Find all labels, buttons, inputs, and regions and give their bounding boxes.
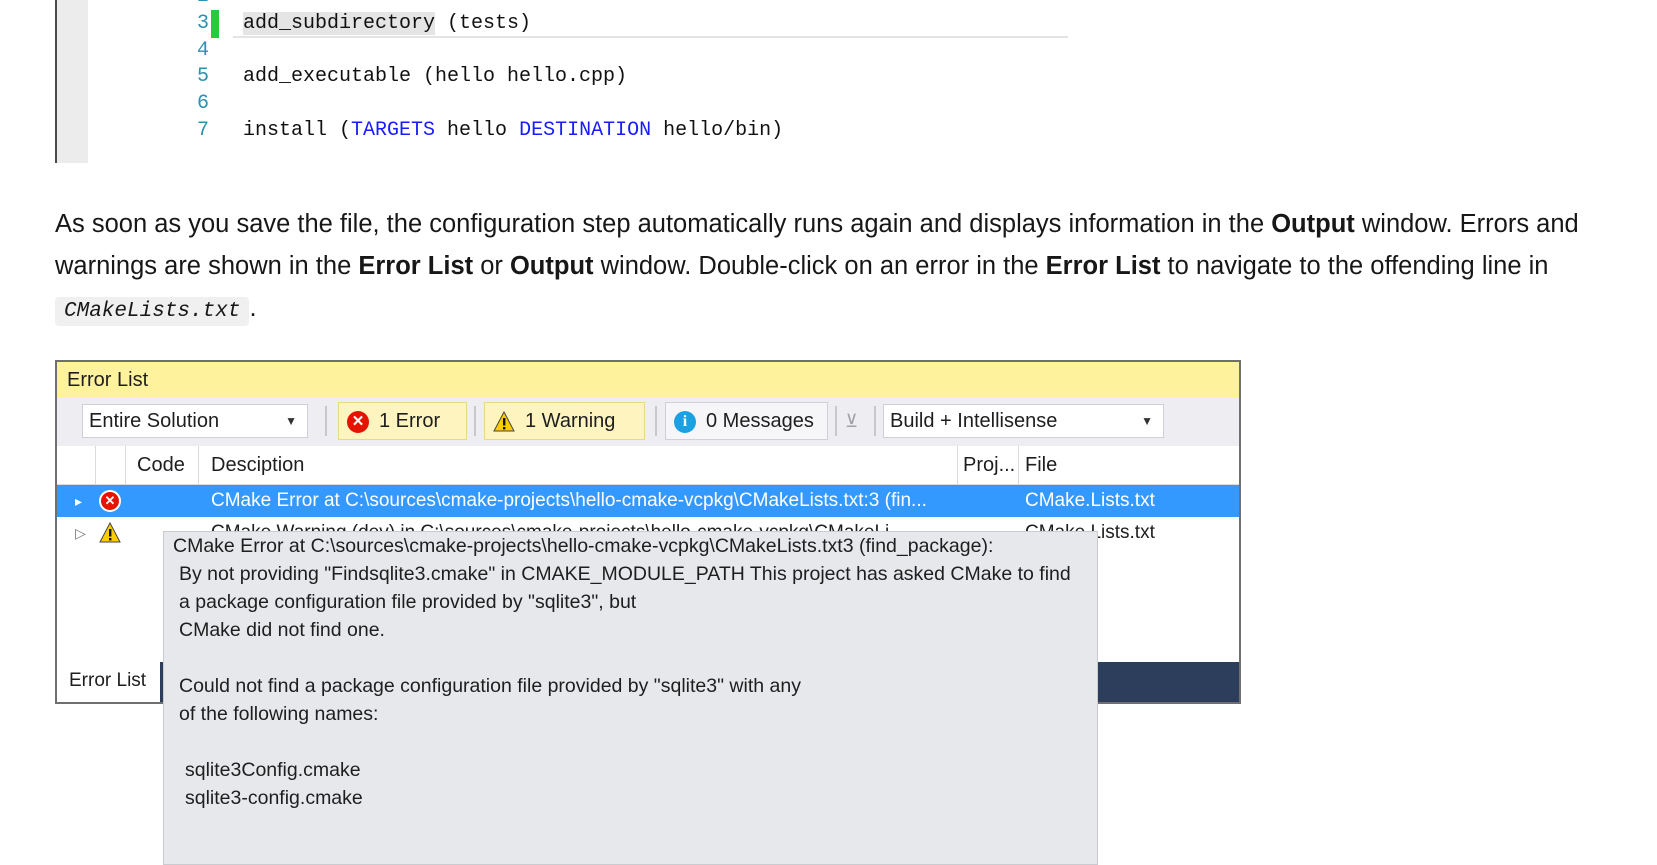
scope-dropdown[interactable]: Entire Solution ▼ xyxy=(82,404,308,438)
column-divider xyxy=(198,446,199,484)
text: or xyxy=(473,252,510,280)
window-title: Error List xyxy=(57,362,1239,398)
text: to navigate to the offending line in xyxy=(1160,252,1549,280)
code-function-name: add_subdirectory xyxy=(243,12,436,35)
error-list-toolbar: Entire Solution ▼ ✕ 1 Error 1 Warning i … xyxy=(57,398,1239,446)
line-number: 5 xyxy=(196,65,209,88)
inline-code: CMakeLists.txt xyxy=(55,297,250,326)
column-header-project[interactable]: Proj... xyxy=(963,446,1015,484)
code-line-7[interactable]: install (TARGETS hello DESTINATION hello… xyxy=(243,117,783,145)
warnings-filter-button[interactable]: 1 Warning xyxy=(484,402,645,440)
code-snippet: 2 3 4 5 6 7 add_subdirectory (tests) add… xyxy=(55,0,1068,163)
error-icon: ✕ xyxy=(347,411,369,433)
info-icon: i xyxy=(674,411,696,433)
code-line-3[interactable]: add_subdirectory (tests) xyxy=(243,10,531,38)
column-header-row: Code Desciption Proj... File xyxy=(57,446,1239,485)
toolbar-separator xyxy=(474,406,476,436)
code-keyword: DESTINATION xyxy=(519,119,652,142)
messages-filter-button[interactable]: i 0 Messages xyxy=(665,402,828,440)
warning-icon xyxy=(493,411,515,432)
toolbar-separator xyxy=(325,406,327,436)
tooltip-line: of the following names: xyxy=(179,703,379,725)
code-gutter xyxy=(55,0,88,163)
text: window. Double-click on an error in the xyxy=(593,252,1046,280)
expand-arrow-icon[interactable]: ▷ xyxy=(75,517,86,549)
error-tooltip: CMake Error at C:\sources\cmake-projects… xyxy=(163,531,1098,865)
bold-term: Output xyxy=(1271,210,1355,238)
tooltip-line: Could not find a package configuration f… xyxy=(179,675,801,697)
column-divider xyxy=(957,446,958,484)
warnings-filter-label: 1 Warning xyxy=(525,410,616,432)
text: . xyxy=(249,294,257,322)
error-icon: ✕ xyxy=(99,490,121,512)
chevron-down-icon: ▼ xyxy=(1141,414,1153,428)
line-number: 3 xyxy=(196,12,209,35)
row-description: CMake Error at C:\sources\cmake-projects… xyxy=(211,490,927,511)
tooltip-line: sqlite3Config.cmake xyxy=(185,759,361,781)
expand-arrow-icon[interactable]: ▸ xyxy=(75,485,82,517)
code-keyword: TARGETS xyxy=(351,119,436,142)
text: As soon as you save the file, the config… xyxy=(55,210,1272,238)
column-divider xyxy=(95,446,96,484)
errors-filter-label: 1 Error xyxy=(379,410,441,432)
code-text: hello/bin) xyxy=(651,119,784,142)
code-args: (tests) xyxy=(435,12,532,35)
toolbar-separator xyxy=(655,406,657,436)
errors-filter-button[interactable]: ✕ 1 Error xyxy=(338,402,467,440)
tooltip-line: a package configuration file provided by… xyxy=(179,591,637,613)
tooltip-line: CMake did not find one. xyxy=(179,619,385,641)
code-line-5[interactable]: add_executable (hello hello.cpp) xyxy=(243,63,627,91)
toolbar-separator xyxy=(835,406,837,436)
column-header-file[interactable]: File xyxy=(1025,446,1057,484)
row-file: CMake.Lists.txt xyxy=(1025,490,1155,511)
messages-filter-label: 0 Messages xyxy=(706,410,814,432)
line-number: 4 xyxy=(196,39,209,62)
warning-icon xyxy=(99,522,121,543)
tab-error-list[interactable]: Error List xyxy=(57,662,162,702)
column-header-code[interactable]: Code xyxy=(137,446,185,484)
body-paragraph: As soon as you save the file, the config… xyxy=(55,203,1655,333)
column-divider xyxy=(1018,446,1019,484)
tooltip-line: By not providing "Findsqlite3.cmake" in … xyxy=(179,563,1071,585)
change-marker xyxy=(211,10,219,38)
code-text: hello xyxy=(435,119,520,142)
bold-term: Error List xyxy=(358,252,474,280)
line-number: 6 xyxy=(196,92,209,115)
source-dropdown-value: Build + Intellisense xyxy=(890,410,1058,432)
line-number: 7 xyxy=(196,119,209,142)
code-text: install ( xyxy=(243,119,352,142)
tooltip-line: sqlite3-config.cmake xyxy=(185,787,363,809)
bold-term: Output xyxy=(509,252,594,280)
chevron-down-icon: ▼ xyxy=(285,414,297,428)
bold-term: Error List xyxy=(1045,252,1161,280)
tooltip-line: CMake Error at C:\sources\cmake-projects… xyxy=(173,535,994,557)
clear-filter-icon[interactable]: ⊻ xyxy=(845,410,869,432)
column-header-description[interactable]: Desciption xyxy=(211,446,304,484)
toolbar-separator xyxy=(874,406,876,436)
column-divider xyxy=(125,446,126,484)
scope-dropdown-value: Entire Solution xyxy=(89,410,220,432)
source-dropdown[interactable]: Build + Intellisense ▼ xyxy=(883,404,1164,438)
error-row[interactable]: ▸ ✕ CMake Error at C:\sources\cmake-proj… xyxy=(57,485,1239,517)
